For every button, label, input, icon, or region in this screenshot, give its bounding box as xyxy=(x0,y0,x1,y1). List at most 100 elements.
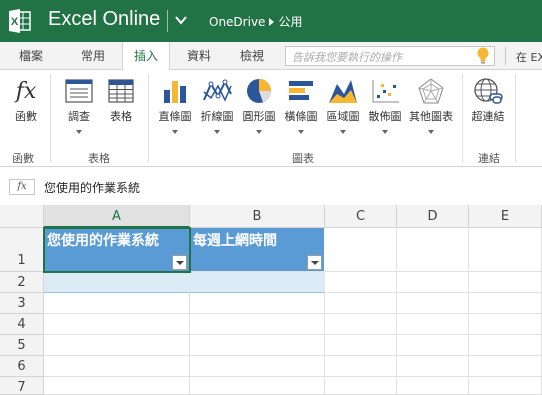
bar-chart-dropdown-icon xyxy=(298,130,304,134)
filter-dropdown-button[interactable] xyxy=(172,255,187,270)
column-header-e[interactable]: E xyxy=(469,205,542,228)
cell-d6[interactable] xyxy=(397,356,469,377)
tab-data[interactable]: 資料 xyxy=(176,42,222,70)
cell-c5[interactable] xyxy=(325,335,397,356)
area-chart-icon xyxy=(329,80,357,103)
cell-b1-text: 每週上網時間 xyxy=(193,233,277,249)
column-header-b[interactable]: B xyxy=(190,205,325,228)
line-chart-icon xyxy=(203,79,232,102)
row-header-1[interactable]: 1 xyxy=(0,228,44,272)
cell-c3[interactable] xyxy=(325,293,397,314)
cell-c1[interactable] xyxy=(325,228,397,272)
svg-text:X: X xyxy=(11,16,19,28)
cell-a1-text: 您使用的作業系統 xyxy=(47,233,159,249)
cell-e2[interactable] xyxy=(469,272,542,293)
bar-chart-button[interactable]: 橫條圖 xyxy=(281,76,321,134)
column-chart-icon xyxy=(164,81,186,103)
hyperlink-button[interactable]: 超連結 xyxy=(468,76,508,124)
tab-review[interactable]: 檢視 xyxy=(228,42,276,70)
cell-a1[interactable]: 您使用的作業系統 xyxy=(44,228,190,272)
cell-b3[interactable] xyxy=(190,293,325,314)
cell-a4[interactable] xyxy=(44,314,190,335)
bar-chart-label: 橫條圖 xyxy=(284,110,318,123)
line-chart-button[interactable]: 折線圖 xyxy=(197,76,237,134)
pie-chart-button[interactable]: 圓形圖 xyxy=(239,76,279,134)
cell-e7[interactable] xyxy=(469,377,542,395)
survey-icon xyxy=(65,79,93,103)
scatter-chart-button[interactable]: 散佈圖 xyxy=(365,76,405,134)
function-button[interactable]: fx 函數 xyxy=(8,76,44,124)
survey-button[interactable]: 調查 xyxy=(60,76,98,134)
line-chart-dropdown-icon xyxy=(214,130,220,134)
cell-b7[interactable] xyxy=(190,377,325,395)
cell-b6[interactable] xyxy=(190,356,325,377)
spreadsheet-grid: A B C D E 1 2 3 4 5 6 7 您使用的作業系統 每週上網時間 xyxy=(0,205,542,395)
cell-a7[interactable] xyxy=(44,377,190,395)
cell-b4[interactable] xyxy=(190,314,325,335)
group-divider xyxy=(462,74,463,162)
cell-c2[interactable] xyxy=(325,272,397,293)
cell-b5[interactable] xyxy=(190,335,325,356)
tab-file[interactable]: 檔案 xyxy=(6,42,56,70)
title-divider xyxy=(167,10,168,32)
chevron-down-icon[interactable] xyxy=(174,13,188,27)
insert-function-button[interactable]: fx xyxy=(9,179,35,195)
row-header-2[interactable]: 2 xyxy=(0,272,44,293)
cell-c7[interactable] xyxy=(325,377,397,395)
select-all-corner[interactable] xyxy=(0,205,44,228)
other-charts-label: 其他圖表 xyxy=(409,110,453,123)
cell-d1[interactable] xyxy=(397,228,469,272)
cell-d5[interactable] xyxy=(397,335,469,356)
open-in-excel-button[interactable]: 在 EX xyxy=(516,49,542,65)
tabs-divider xyxy=(505,47,506,65)
breadcrumb-folder[interactable]: 公用 xyxy=(278,13,302,30)
cell-e1[interactable] xyxy=(469,228,542,272)
cell-b1[interactable]: 每週上網時間 xyxy=(190,228,325,272)
cell-e4[interactable] xyxy=(469,314,542,335)
group-label-charts: 圖表 xyxy=(292,152,314,165)
column-header-c[interactable]: C xyxy=(325,205,397,228)
cell-d2[interactable] xyxy=(397,272,469,293)
cell-b2[interactable] xyxy=(190,272,325,293)
row-header-3[interactable]: 3 xyxy=(0,293,44,314)
breadcrumb-onedrive[interactable]: OneDrive xyxy=(209,15,265,29)
row-header-6[interactable]: 6 xyxy=(0,356,44,377)
row-header-7[interactable]: 7 xyxy=(0,377,44,395)
survey-dropdown-icon xyxy=(76,130,82,134)
cell-a5[interactable] xyxy=(44,335,190,356)
column-header-d[interactable]: D xyxy=(397,205,469,228)
table-button[interactable]: 表格 xyxy=(102,76,140,124)
cell-e6[interactable] xyxy=(469,356,542,377)
filter-dropdown-button[interactable] xyxy=(307,255,322,270)
cell-a3[interactable] xyxy=(44,293,190,314)
cell-d4[interactable] xyxy=(397,314,469,335)
group-label-functions: 函數 xyxy=(12,152,34,165)
tell-me-search-input[interactable]: 告訴我您要執行的操作 xyxy=(285,46,495,66)
cell-c6[interactable] xyxy=(325,356,397,377)
area-chart-button[interactable]: 區域圖 xyxy=(323,76,363,134)
tab-home[interactable]: 常用 xyxy=(70,42,116,70)
hyperlink-label: 超連結 xyxy=(471,110,505,123)
breadcrumb-arrow-icon xyxy=(269,17,275,26)
column-chart-button[interactable]: 直條圖 xyxy=(155,76,195,134)
other-charts-button[interactable]: 其他圖表 xyxy=(406,76,456,134)
excel-logo-icon[interactable]: X xyxy=(8,9,32,33)
column-header-a[interactable]: A xyxy=(44,205,190,228)
cell-e3[interactable] xyxy=(469,293,542,314)
other-charts-dropdown-icon xyxy=(428,130,434,134)
table-icon xyxy=(108,79,134,103)
cell-d3[interactable] xyxy=(397,293,469,314)
cell-c4[interactable] xyxy=(325,314,397,335)
group-label-tables: 表格 xyxy=(88,152,110,165)
cell-a2[interactable] xyxy=(44,272,190,293)
cell-d7[interactable] xyxy=(397,377,469,395)
formula-input[interactable]: 您使用的作業系統 xyxy=(44,179,140,196)
row-header-4[interactable]: 4 xyxy=(0,314,44,335)
cell-e5[interactable] xyxy=(469,335,542,356)
hyperlink-globe-icon xyxy=(474,78,503,104)
function-button-label: 函數 xyxy=(15,110,37,123)
tab-insert[interactable]: 插入 xyxy=(122,42,170,71)
breadcrumb: OneDrive 公用 xyxy=(209,13,302,30)
row-header-5[interactable]: 5 xyxy=(0,335,44,356)
cell-a6[interactable] xyxy=(44,356,190,377)
